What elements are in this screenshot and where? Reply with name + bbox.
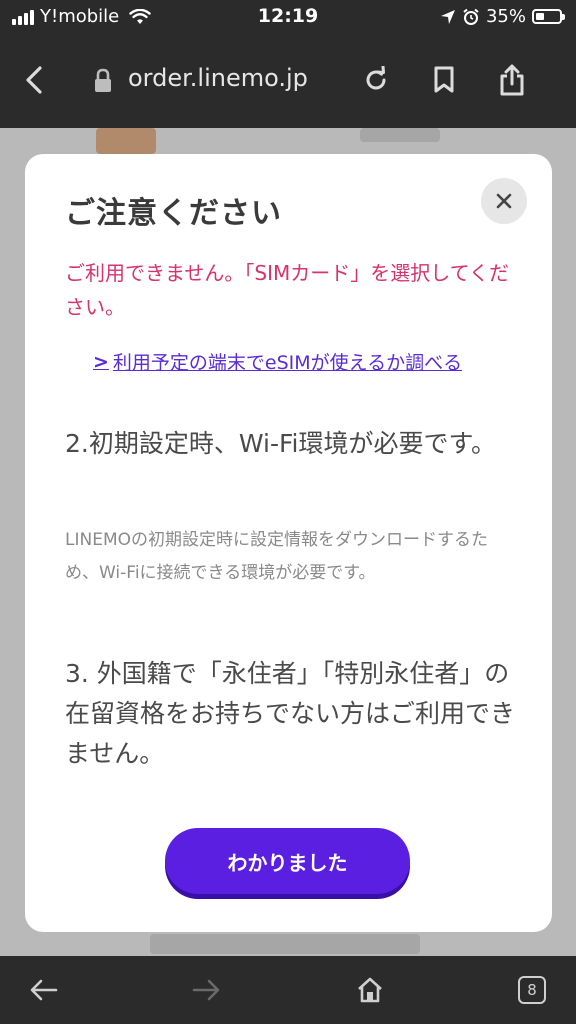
status-right: 35% [440,6,565,27]
section-2-title: 2.初期設定時、Wi-Fi環境が必要です。 [65,429,496,458]
nav-forward-button[interactable] [186,970,226,1010]
screen: Y!mobile 12:19 35% order.linemo.jp ご注意くだ… [0,0,576,1024]
tabs-count: 8 [518,976,546,1004]
close-button[interactable] [481,178,527,224]
share-icon [500,64,524,96]
modal-title: ご注意ください [65,196,282,231]
battery-icon [532,9,565,24]
location-icon [440,9,455,24]
section-3-title: 3. 外国籍で「永住者」「特別永住者」の在留資格をお持ちでない方はご利用できませ… [65,659,516,768]
chevron-right-icon: > [93,350,109,373]
reload-button[interactable] [356,60,396,100]
back-button[interactable] [14,60,54,100]
section-2-body: LINEMOの初期設定時に設定情報をダウンロードするため、Wi-Fiに接続できる… [65,530,488,583]
browser-url-bar: order.linemo.jp [0,34,576,128]
bookmark-icon [434,66,454,93]
close-icon [496,193,512,209]
understood-button[interactable]: わかりました [165,828,410,894]
nav-back-button[interactable] [24,970,64,1010]
battery-percent: 35% [485,6,526,27]
tabs-button[interactable]: 8 [512,970,552,1010]
browser-toolbar: 8 [0,956,576,1024]
reload-icon [366,66,386,90]
share-button[interactable] [492,60,532,100]
arrow-right-icon [192,979,220,1001]
background-image [96,128,156,154]
back-icon [26,66,42,94]
bookmark-button[interactable] [424,60,464,100]
notice-modal: ご注意ください ご利用できません。「SIMカード」を選択してください。 > 利用… [25,154,552,932]
background-text [150,934,420,954]
battery-level [536,13,544,20]
home-button[interactable] [350,970,390,1010]
background-heading [360,128,440,142]
esim-check-link[interactable]: > 利用予定の端末でeSIMが使えるか調べる [93,348,462,375]
arrow-left-icon [30,979,58,1001]
lock-icon [95,68,111,92]
warning-message: ご利用できません。「SIMカード」を選択してください。 [65,261,510,319]
status-bar: Y!mobile 12:19 35% [0,0,576,34]
esim-check-link-label[interactable]: 利用予定の端末でeSIMが使えるか調べる [113,348,462,375]
home-icon [358,977,382,1003]
url-text[interactable]: order.linemo.jp [128,64,308,92]
alarm-icon [463,8,479,25]
